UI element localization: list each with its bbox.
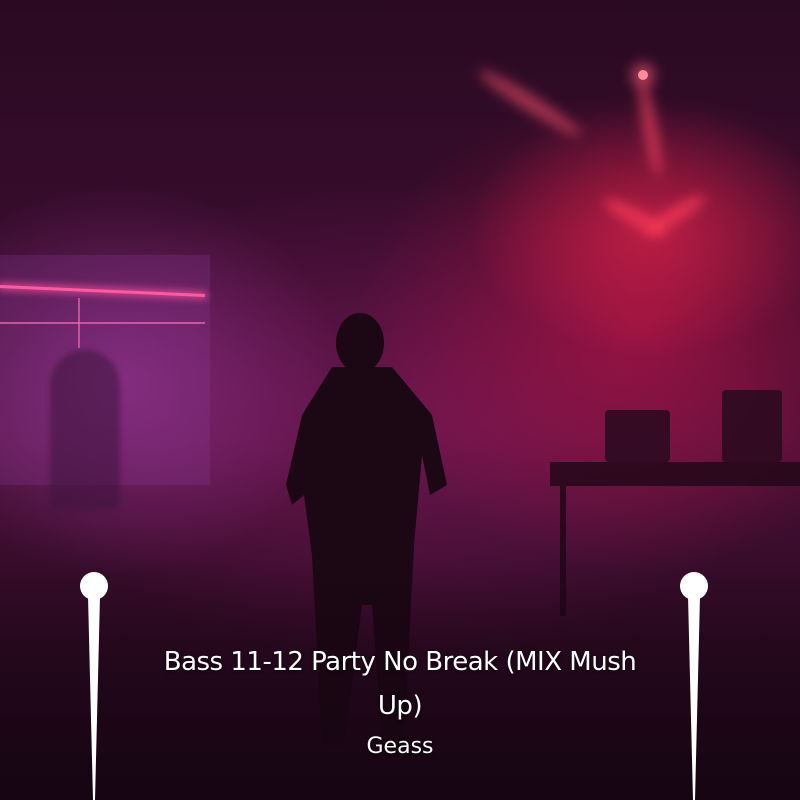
artist-name: Geass [366, 734, 434, 759]
dj-table [550, 462, 800, 486]
stage-light-beam [641, 190, 709, 240]
stage-light-beam [474, 64, 586, 142]
pin-icon [80, 572, 108, 800]
pin-icon [680, 572, 708, 800]
neon-light-strip-lower [0, 322, 205, 324]
stage-light-source [638, 70, 648, 80]
stage-light-beam [634, 76, 666, 178]
dj-equipment [722, 390, 782, 462]
background-figure [50, 350, 120, 510]
dj-equipment [605, 410, 670, 462]
album-cover: Bass 11-12 Party No Break (MIX Mush Up) … [0, 0, 800, 800]
window-post [78, 298, 80, 348]
track-title: Bass 11-12 Party No Break (MIX Mush Up) [163, 647, 637, 721]
